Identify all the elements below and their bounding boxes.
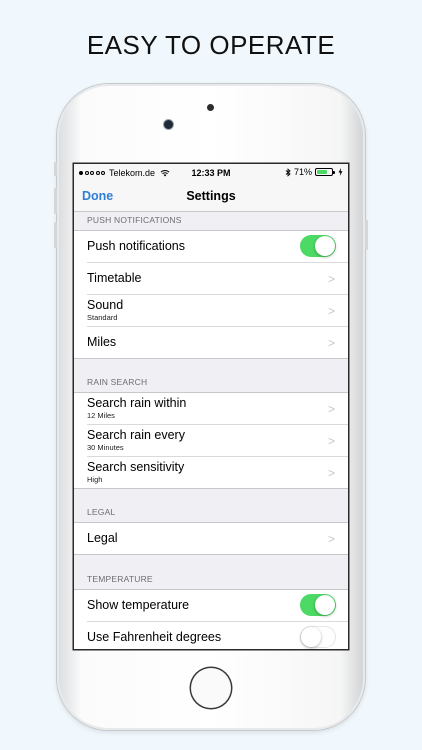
section-header-rain: RAIN SEARCH xyxy=(87,377,148,387)
row-title: Sound xyxy=(87,298,124,312)
section-header-push: PUSH NOTIFICATIONS xyxy=(87,215,182,225)
chevron-right-icon: > xyxy=(327,272,335,286)
phone-screen: Telekom.de 12:33 PM 71% Done Settings PU… xyxy=(74,164,348,649)
row-title: Use Fahrenheit degrees xyxy=(87,630,222,644)
charging-bolt-icon xyxy=(338,168,343,176)
row-subtitle: High xyxy=(87,475,103,484)
row-timetable[interactable]: Timetable > xyxy=(87,263,348,295)
group-push: Push notifications Timetable > Sound Sta… xyxy=(74,230,348,359)
chevron-right-icon: > xyxy=(327,304,335,318)
row-title: Search rain every xyxy=(87,428,185,442)
volume-up-button xyxy=(54,188,57,214)
row-sound[interactable]: Sound Standard > xyxy=(87,295,348,327)
status-bar: Telekom.de 12:33 PM 71% xyxy=(74,164,348,182)
navigation-bar: Done Settings xyxy=(74,182,348,212)
volume-down-button xyxy=(54,222,57,248)
row-miles[interactable]: Miles > xyxy=(87,327,348,358)
row-title: Legal xyxy=(87,531,118,545)
row-show-temperature[interactable]: Show temperature xyxy=(87,590,348,622)
group-temperature: Show temperature Use Fahrenheit degrees xyxy=(74,589,348,649)
chevron-right-icon: > xyxy=(327,402,335,416)
front-camera xyxy=(164,120,173,129)
chevron-right-icon: > xyxy=(327,434,335,448)
row-subtitle: 30 Minutes xyxy=(87,443,124,452)
row-title: Show temperature xyxy=(87,598,190,612)
fahrenheit-toggle[interactable] xyxy=(300,626,336,648)
bluetooth-icon xyxy=(285,167,291,177)
row-title: Search sensitivity xyxy=(87,460,185,474)
power-button xyxy=(365,220,368,250)
row-search-rain-every[interactable]: Search rain every 30 Minutes > xyxy=(87,425,348,457)
row-title: Push notifications xyxy=(87,239,185,253)
row-use-fahrenheit[interactable]: Use Fahrenheit degrees xyxy=(87,622,348,649)
headline: EASY TO OPERATE xyxy=(86,30,336,60)
battery-icon xyxy=(315,168,335,176)
row-subtitle: 12 Miles xyxy=(87,411,115,420)
chevron-right-icon: > xyxy=(327,532,335,546)
chevron-right-icon: > xyxy=(327,466,335,480)
row-title: Search rain within xyxy=(87,396,187,410)
group-rain: Search rain within 12 Miles > Search rai… xyxy=(74,392,348,489)
earpiece xyxy=(207,104,214,111)
row-subtitle: Standard xyxy=(87,313,118,322)
row-title: Miles xyxy=(87,335,117,349)
section-header-temperature: TEMPERATURE xyxy=(87,574,153,584)
battery-percent: 71% xyxy=(293,167,312,177)
push-notifications-toggle[interactable] xyxy=(300,235,336,257)
row-search-sensitivity[interactable]: Search sensitivity High > xyxy=(87,457,348,488)
group-legal: Legal > xyxy=(74,522,348,555)
section-header-legal: LEGAL xyxy=(87,507,116,517)
row-push-notifications[interactable]: Push notifications xyxy=(87,231,348,263)
chevron-right-icon: > xyxy=(327,336,335,350)
row-search-rain-within[interactable]: Search rain within 12 Miles > xyxy=(87,393,348,425)
row-legal[interactable]: Legal > xyxy=(87,523,348,554)
home-button[interactable] xyxy=(191,668,231,708)
row-title: Timetable xyxy=(87,271,142,285)
page-title: Settings xyxy=(186,189,236,203)
mute-switch xyxy=(54,162,57,176)
show-temperature-toggle[interactable] xyxy=(300,594,336,616)
